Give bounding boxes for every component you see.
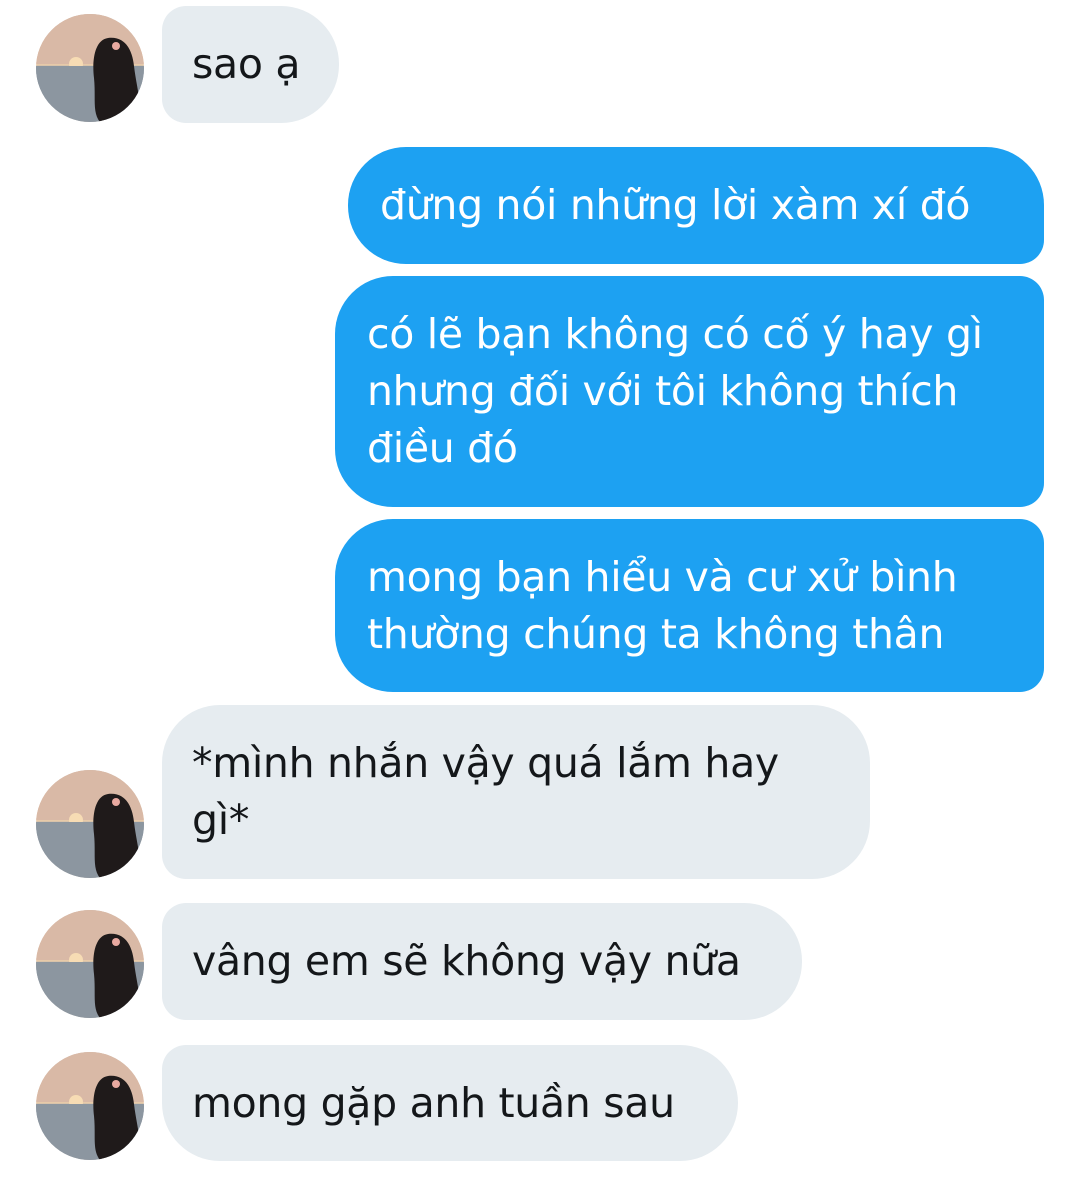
profile-photo-icon bbox=[36, 1052, 144, 1160]
message-text: sao ạ bbox=[192, 40, 301, 88]
message-bubble-incoming[interactable]: *mình nhắn vậy quá lắm hay gì* bbox=[162, 705, 870, 879]
message-text: điều đó bbox=[367, 424, 518, 472]
message-thread: sao ạ đừng nói những lời xàm xí đó có lẽ… bbox=[0, 0, 1080, 1201]
avatar[interactable] bbox=[36, 770, 144, 878]
message-bubble-incoming[interactable]: vâng em sẽ không vậy nữa bbox=[162, 903, 802, 1020]
message-text: nhưng đối với tôi không thích bbox=[367, 367, 959, 415]
message-bubble-incoming[interactable]: sao ạ bbox=[162, 6, 339, 123]
message-bubble-outgoing[interactable]: mong bạn hiểu và cư xử bình thường chúng… bbox=[335, 519, 1044, 692]
message-text: mong gặp anh tuần sau bbox=[192, 1079, 675, 1127]
message-text: mong bạn hiểu và cư xử bình bbox=[367, 553, 958, 601]
message-text: đừng nói những lời xàm xí đó bbox=[380, 181, 971, 229]
profile-photo-icon bbox=[36, 910, 144, 1018]
profile-photo-icon bbox=[36, 14, 144, 122]
message-bubble-outgoing[interactable]: có lẽ bạn không có cố ý hay gì nhưng đối… bbox=[335, 276, 1044, 507]
message-text: vâng em sẽ không vậy nữa bbox=[192, 937, 741, 985]
message-bubble-incoming[interactable]: mong gặp anh tuần sau bbox=[162, 1045, 738, 1161]
avatar[interactable] bbox=[36, 1052, 144, 1160]
avatar[interactable] bbox=[36, 14, 144, 122]
message-bubble-outgoing[interactable]: đừng nói những lời xàm xí đó bbox=[348, 147, 1044, 264]
message-text: *mình nhắn vậy quá lắm hay bbox=[192, 739, 779, 787]
profile-photo-icon bbox=[36, 770, 144, 878]
message-text: có lẽ bạn không có cố ý hay gì bbox=[367, 310, 983, 358]
avatar[interactable] bbox=[36, 910, 144, 1018]
message-text: thường chúng ta không thân bbox=[367, 610, 945, 658]
message-text: gì* bbox=[192, 796, 250, 844]
